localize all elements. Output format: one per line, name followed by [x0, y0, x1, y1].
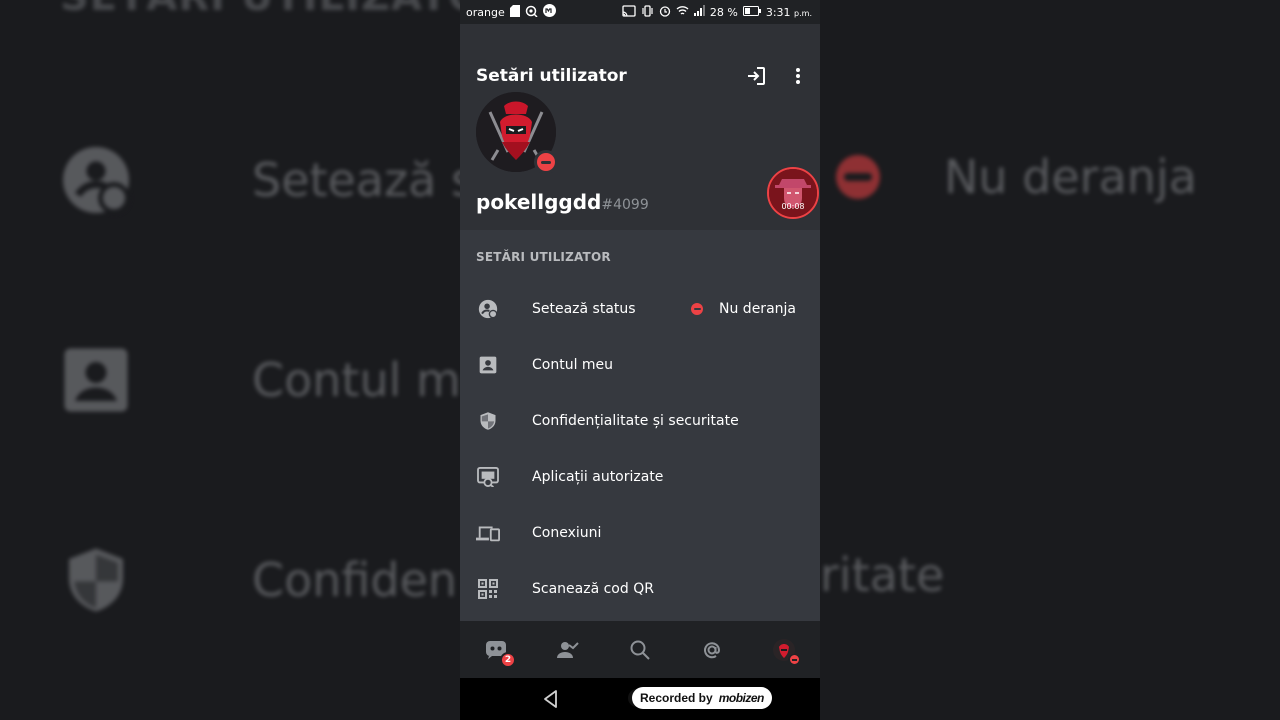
page-title: Setări utilizator [476, 66, 627, 86]
recording-timer: 00:08 [781, 202, 805, 211]
cast-notification-icon [525, 5, 538, 20]
battery-percent: 28 % [709, 5, 738, 19]
unread-badge: 2 [500, 651, 516, 668]
recording-bubble[interactable]: 00:08 [767, 167, 819, 219]
account-icon [476, 353, 500, 377]
section-heading: SETĂRI UTILIZATOR [476, 250, 611, 264]
menu-item-my-account[interactable]: Contul meu [460, 337, 820, 393]
alarm-icon [659, 5, 671, 20]
menu-item-label: Conexiuni [532, 525, 602, 541]
bg-row-status: Setează s [60, 144, 475, 216]
logout-icon [748, 67, 765, 85]
logout-button[interactable] [744, 64, 768, 88]
authorized-apps-icon [476, 465, 500, 489]
bottom-tab-bar: 2 [460, 621, 820, 678]
tab-search[interactable] [622, 632, 658, 668]
dnd-status-badge [534, 150, 558, 174]
current-status: Nu deranja [691, 301, 796, 317]
bg-right-text: ritate [820, 548, 945, 602]
back-button[interactable] [540, 688, 562, 710]
tab-profile[interactable] [766, 632, 802, 668]
profile-header: Setări utilizator pokellggdd #4099 [460, 24, 820, 230]
bg-status: Nu deranja [836, 150, 1197, 204]
menu-item-label: Aplicații autorizate [532, 469, 664, 485]
friends-icon [557, 641, 579, 658]
recorder-brand: mobizen [718, 691, 765, 705]
tab-mentions[interactable] [694, 632, 730, 668]
username-row: pokellggdd #4099 [476, 190, 649, 214]
bg-dnd-icon [836, 155, 880, 199]
mentions-icon [704, 641, 721, 658]
cast-icon [622, 4, 636, 20]
dnd-icon [537, 153, 555, 171]
menu-item-privacy-security[interactable]: Confidențialitate și securitate [460, 393, 820, 449]
bg-row-label: Setează s [252, 153, 475, 207]
bg-section-label: SETĂRI UTILIZATOR [60, 0, 515, 20]
carrier-label: orange [466, 5, 505, 19]
battery-icon [742, 5, 761, 19]
bg-row-account: Contul m [60, 344, 461, 416]
vibrate-icon [641, 4, 654, 20]
wifi-icon [676, 5, 689, 19]
recorded-label: Recorded by [640, 691, 713, 705]
status-bar: orange 28 % 3:31 p.m. [460, 0, 820, 24]
sd-card-icon [509, 4, 520, 20]
search-icon [630, 640, 650, 660]
menu-item-label: Scanează cod QR [532, 581, 654, 597]
tab-friends[interactable] [550, 632, 586, 668]
menu-item-set-status[interactable]: Setează status Nu deranja [460, 281, 820, 337]
devices-icon [476, 521, 500, 545]
user-status-icon [476, 297, 500, 321]
bg-status-text: Nu deranja [944, 150, 1197, 204]
dnd-status-badge [788, 653, 800, 666]
more-options-button[interactable] [786, 64, 810, 88]
bg-account-icon [60, 344, 132, 416]
qr-code-icon [476, 577, 500, 601]
menu-item-authorized-apps[interactable]: Aplicații autorizate [460, 449, 820, 505]
android-nav-bar: Recorded by mobizen [460, 678, 820, 720]
menu-item-label: Setează status [532, 301, 636, 317]
tab-home[interactable]: 2 [478, 632, 516, 668]
phone-screen: orange 28 % 3:31 p.m. Setări utilizator … [460, 0, 820, 720]
more-vertical-icon [796, 68, 800, 84]
menu-item-connections[interactable]: Conexiuni [460, 505, 820, 561]
recorded-by-watermark: Recorded by mobizen [632, 687, 772, 709]
bg-row-label: Confiden [252, 553, 458, 607]
menu-item-scan-qr[interactable]: Scanează cod QR [460, 561, 820, 617]
bg-row-privacy: Confiden [60, 544, 457, 616]
clock: 3:31 p.m. [765, 5, 812, 19]
bg-user-status-icon [60, 144, 132, 216]
settings-menu: Setează status Nu deranja Contul meu Con… [460, 281, 820, 617]
mobizen-icon [542, 4, 556, 20]
signal-icon [693, 5, 705, 19]
menu-item-label: Contul meu [532, 357, 614, 373]
menu-item-label: Confidențialitate și securitate [532, 413, 739, 429]
discriminator: #4099 [601, 197, 649, 213]
back-triangle-icon [544, 690, 557, 708]
shield-icon [476, 409, 500, 433]
bg-shield-icon [60, 544, 132, 616]
status-text: Nu deranja [719, 301, 796, 317]
username: pokellggdd [476, 190, 602, 214]
dnd-icon [789, 655, 799, 664]
dnd-icon [691, 303, 704, 315]
bg-row-label: Contul m [252, 353, 461, 407]
